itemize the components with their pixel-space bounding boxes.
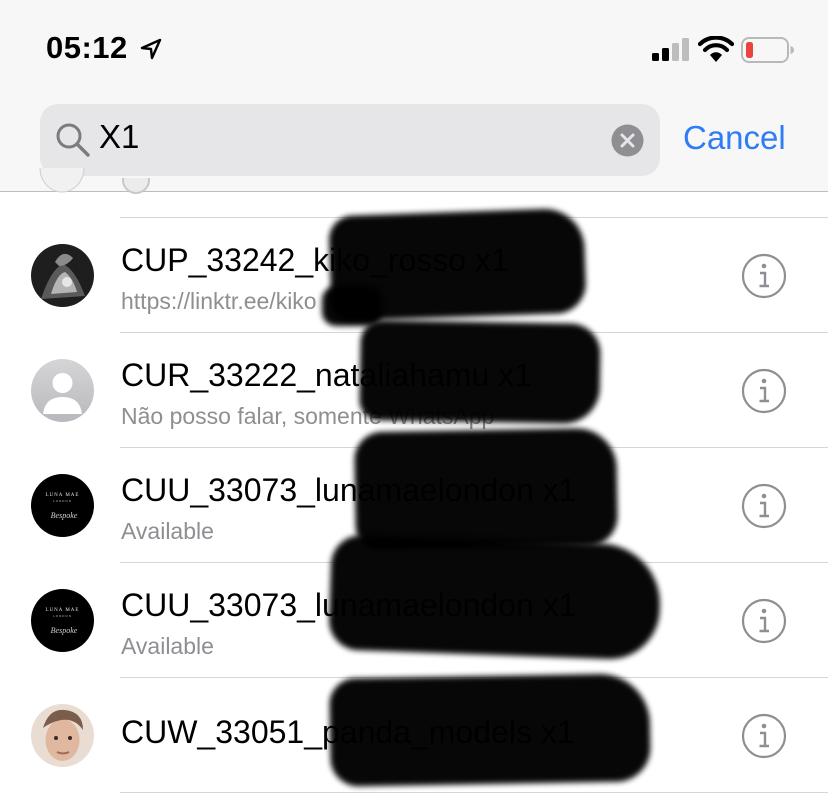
clear-search-icon[interactable] [611, 124, 644, 157]
luna-mae-logo-avatar: LUNA MAE LONDON Bespoke [31, 474, 94, 537]
status-time: 05:12 [46, 30, 128, 65]
contact-subtitle: Available [121, 518, 214, 544]
info-icon[interactable] [741, 483, 787, 529]
battery-low-icon [741, 37, 794, 63]
svg-text:Bespoke: Bespoke [51, 626, 78, 635]
redaction-mark [328, 534, 662, 661]
contact-avatar [31, 704, 94, 767]
redaction-mark [359, 319, 601, 425]
default-avatar-icon [31, 359, 94, 422]
contact-subtitle: https://linktr.ee/kiko [121, 288, 317, 314]
contact-avatar [31, 244, 94, 307]
info-icon[interactable] [741, 713, 787, 759]
cancel-button[interactable]: Cancel [683, 119, 786, 157]
wifi-icon [698, 36, 734, 62]
contact-subtitle: Available [121, 633, 214, 659]
svg-text:LONDON: LONDON [53, 499, 72, 503]
info-icon[interactable] [741, 253, 787, 299]
redaction-mark [329, 673, 651, 787]
redaction-mark [322, 286, 382, 326]
svg-text:LONDON: LONDON [53, 614, 72, 618]
redaction-mark [353, 427, 619, 551]
partial-row-icon [122, 178, 150, 194]
location-arrow-icon [140, 38, 162, 60]
info-icon[interactable] [741, 598, 787, 644]
partial-avatar [39, 168, 85, 193]
svg-text:Bespoke: Bespoke [51, 511, 78, 520]
svg-text:LUNA MAE: LUNA MAE [46, 608, 80, 613]
svg-text:LUNA MAE: LUNA MAE [46, 493, 80, 498]
search-input[interactable]: X1 [99, 118, 139, 156]
cellular-signal-icon [652, 38, 689, 61]
info-icon[interactable] [741, 368, 787, 414]
row-separator [120, 792, 828, 793]
search-icon [56, 123, 90, 157]
luna-mae-logo-avatar: LUNA MAE LONDON Bespoke [31, 589, 94, 652]
